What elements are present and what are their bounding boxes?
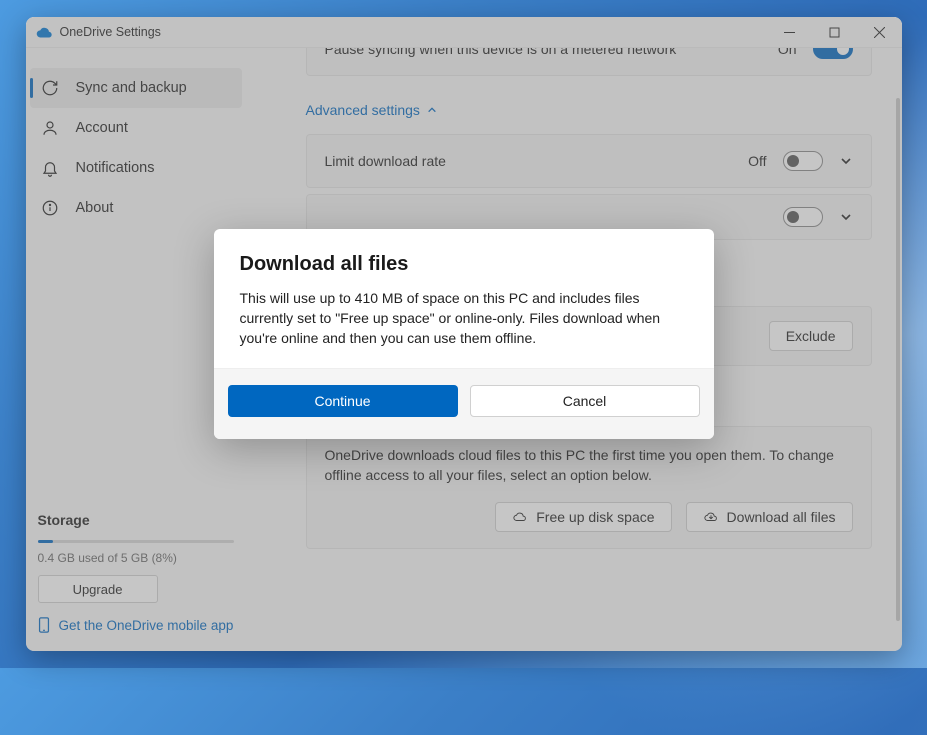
cancel-button[interactable]: Cancel	[470, 385, 700, 417]
onedrive-settings-window: OneDrive Settings Sync and backup	[26, 17, 902, 651]
dialog-title: Download all files	[240, 253, 688, 276]
dialog-body-text: This will use up to 410 MB of space on t…	[240, 288, 688, 349]
continue-button[interactable]: Continue	[228, 385, 458, 417]
download-all-files-dialog: Download all files This will use up to 4…	[214, 229, 714, 440]
modal-overlay: Download all files This will use up to 4…	[26, 17, 902, 651]
